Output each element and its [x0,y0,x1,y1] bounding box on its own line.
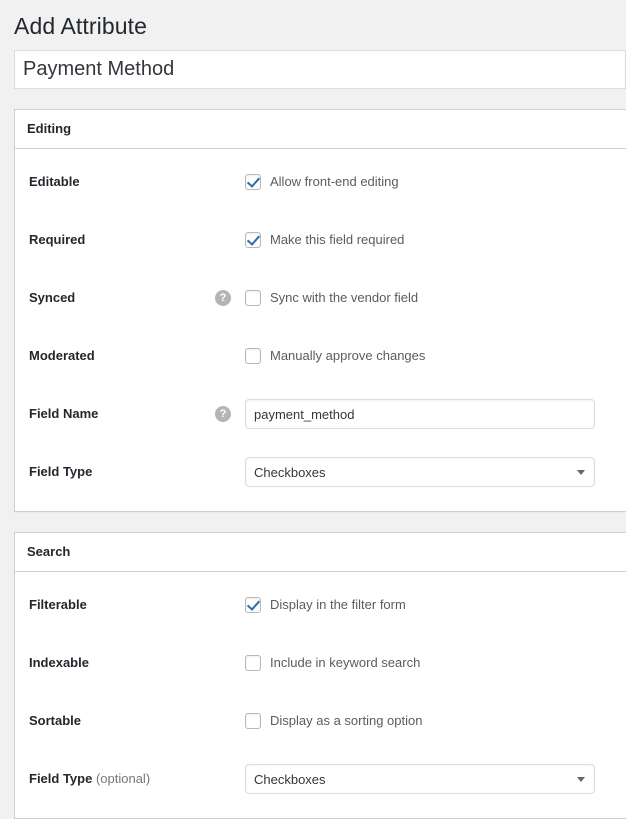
checkbox-label-synced: Sync with the vendor field [270,289,418,307]
row-label-text-search-field-type: Field Type [29,771,92,786]
sections-container: Editing Editable Allow front-end editing Re… [0,109,626,819]
panel-body-editing: Editable Allow front-end editing Required M… [15,149,626,511]
row-control-field-type: Checkboxes [215,457,615,487]
help-icon[interactable]: ? [215,406,231,422]
checkbox-label-sortable: Display as a sorting option [270,712,422,730]
row-label-indexable: Indexable [29,654,215,672]
select-field-type[interactable]: Checkboxes [245,457,595,487]
checkbox-sortable[interactable] [245,713,261,729]
select-wrap-search-field-type: Checkboxes [245,764,595,794]
checkbox-row-editable[interactable]: Allow front-end editing [245,173,399,191]
checkbox-moderated[interactable] [245,348,261,364]
panel-editing: Editing Editable Allow front-end editing Re… [14,109,626,512]
row-control-search-field-type: Checkboxes [215,764,615,794]
row-control-indexable: Include in keyword search [215,654,615,672]
checkbox-label-editable: Allow front-end editing [270,173,399,191]
row-label-optional-search-field-type: (optional) [96,771,150,786]
row-label-editable: Editable [29,173,215,191]
row-label-text-field-name: Field Name [29,406,98,421]
row-control-moderated: Manually approve changes [215,347,615,365]
add-attribute-page: Add Attribute Editing Editable Allow front… [0,0,626,819]
row-label-required: Required [29,231,215,249]
row-indexable: Indexable Include in keyword search [15,644,626,682]
row-field-name: Field Name? [15,395,626,433]
row-control-sortable: Display as a sorting option [215,712,615,730]
panel-search: Search Filterable Display in the filter fo… [14,532,626,819]
row-label-text-required: Required [29,232,85,247]
checkbox-row-filterable[interactable]: Display in the filter form [245,596,406,614]
row-label-text-sortable: Sortable [29,713,81,728]
panel-body-search: Filterable Display in the filter form Inde… [15,572,626,818]
help-slot-synced: ? [215,290,245,306]
row-label-search-field-type: Field Type (optional) [29,770,215,788]
panel-header-search: Search [15,533,626,572]
row-label-text-indexable: Indexable [29,655,89,670]
row-control-editable: Allow front-end editing [215,173,615,191]
checkbox-editable[interactable] [245,174,261,190]
row-editable: Editable Allow front-end editing [15,163,626,201]
checkbox-filterable[interactable] [245,597,261,613]
checkbox-label-moderated: Manually approve changes [270,347,425,365]
row-label-text-filterable: Filterable [29,597,87,612]
row-moderated: Moderated Manually approve changes [15,337,626,375]
select-wrap-field-type: Checkboxes [245,457,595,487]
checkbox-indexable[interactable] [245,655,261,671]
checkbox-row-required[interactable]: Make this field required [245,231,404,249]
help-icon[interactable]: ? [215,290,231,306]
row-control-required: Make this field required [215,231,615,249]
checkbox-row-indexable[interactable]: Include in keyword search [245,654,420,672]
row-label-text-editable: Editable [29,174,80,189]
panel-heading-search: Search [27,543,615,561]
checkbox-row-synced[interactable]: Sync with the vendor field [245,289,418,307]
checkbox-label-indexable: Include in keyword search [270,654,420,672]
row-label-synced: Synced [29,289,215,307]
help-slot-field-name: ? [215,406,245,422]
title-input-container [0,50,626,89]
input-field-name[interactable] [245,399,595,429]
checkbox-synced[interactable] [245,290,261,306]
row-control-synced: ? Sync with the vendor field [215,289,615,307]
checkbox-label-filterable: Display in the filter form [270,596,406,614]
panel-header-editing: Editing [15,110,626,149]
row-label-text-field-type: Field Type [29,464,92,479]
checkbox-row-sortable[interactable]: Display as a sorting option [245,712,422,730]
row-control-field-name: ? [215,399,615,429]
row-synced: Synced? Sync with the vendor field [15,279,626,317]
row-search-field-type: Field Type (optional) Checkboxes [15,760,626,798]
row-label-field-name: Field Name [29,405,215,423]
row-label-text-moderated: Moderated [29,348,95,363]
row-required: Required Make this field required [15,221,626,259]
checkbox-label-required: Make this field required [270,231,404,249]
checkbox-required[interactable] [245,232,261,248]
row-field-type: Field Type Checkboxes [15,453,626,491]
select-search-field-type[interactable]: Checkboxes [245,764,595,794]
row-label-sortable: Sortable [29,712,215,730]
checkbox-row-moderated[interactable]: Manually approve changes [245,347,425,365]
row-filterable: Filterable Display in the filter form [15,586,626,624]
row-label-filterable: Filterable [29,596,215,614]
row-label-text-synced: Synced [29,290,75,305]
attribute-title-input[interactable] [14,50,626,89]
row-control-filterable: Display in the filter form [215,596,615,614]
row-label-field-type: Field Type [29,463,215,481]
page-title: Add Attribute [0,0,626,50]
row-sortable: Sortable Display as a sorting option [15,702,626,740]
panel-heading-editing: Editing [27,120,615,138]
row-label-moderated: Moderated [29,347,215,365]
